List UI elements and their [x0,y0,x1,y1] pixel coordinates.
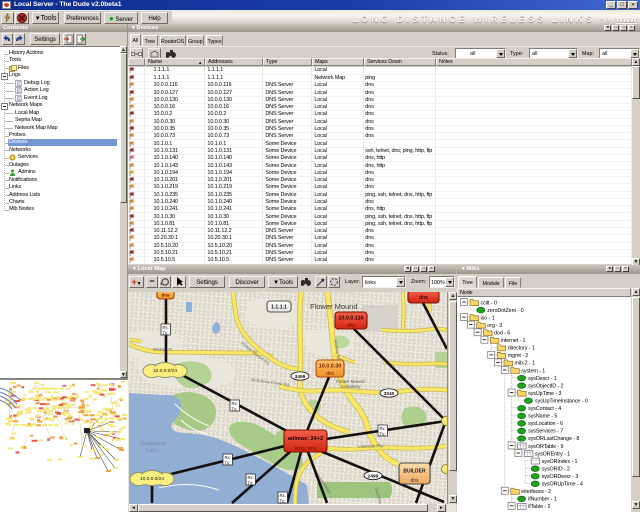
svg-text:directory - 1: directory - 1 [508,346,535,352]
svg-text:10.0.0.0/24: 10.0.0.0/24 [140,476,164,482]
svg-text:10.0.0.30: 10.0.0.30 [319,363,341,369]
svg-text:ifNumber - 1: ifNumber - 1 [528,497,557,503]
svg-text:sysUpTimeInstance - 0: sysUpTimeInstance - 0 [535,398,588,404]
svg-text:Tx:: Tx: [380,432,386,437]
svg-text:sysORIndex - 1: sysORIndex - 1 [542,459,578,465]
svg-text:dns: dns [410,478,419,484]
svg-text:sysLocation - 6: sysLocation - 6 [528,421,563,427]
svg-text:system - 1: system - 1 [521,368,545,374]
svg-text:dns: dns [419,295,428,301]
svg-text:Flower Mound: Flower Mound [310,302,358,311]
svg-text:Lake: Lake [146,448,158,454]
svg-text:Tx:: Tx: [163,331,169,336]
svg-text:sysORUpTime - 4: sysORUpTime - 4 [542,482,583,488]
svg-text:sysORID - 2: sysORID - 2 [542,466,570,472]
svg-text:10.0.0.116: 10.0.0.116 [338,315,363,321]
svg-text:sysOREntry - 1: sysOREntry - 1 [535,451,570,457]
svg-text:Tx:: Tx: [232,407,238,412]
svg-text:3499: 3499 [295,374,306,380]
svg-text:org - 3: org - 3 [487,323,502,329]
svg-text:Grapevine: Grapevine [140,441,165,447]
svg-text:Wichita Tr: Wichita Tr [153,347,173,352]
svg-text:dns: dns [347,323,356,329]
svg-text:zeroDotZero - 0: zeroDotZero - 0 [487,308,523,314]
svg-text:ping, dns: ping, dns [295,446,317,452]
svg-text:sysORLastChange - 8: sysORLastChange - 8 [528,436,579,442]
svg-text:Rx:: Rx: [380,426,386,431]
svg-text:dns: dns [161,293,170,298]
svg-text:sysORDescr - 3: sysORDescr - 3 [542,474,579,480]
svg-text:ccitt - 0: ccitt - 0 [481,300,498,306]
svg-text:Cemetery: Cemetery [341,384,361,389]
svg-text:sysDescr - 1: sysDescr - 1 [528,376,557,382]
svg-text:Rx:: Rx: [248,475,254,480]
svg-text:sysName - 5: sysName - 5 [528,414,557,420]
svg-text:adimax: 24+2: adimax: 24+2 [288,436,323,442]
svg-text:mgmt - 2: mgmt - 2 [508,353,529,359]
svg-text:sysServices - 7: sysServices - 7 [528,429,563,435]
svg-text:dns: dns [326,371,335,377]
svg-text:Lakeside Pky: Lakeside Pky [358,443,385,449]
svg-text:mib-2 - 1: mib-2 - 1 [515,361,535,367]
svg-text:10.0.0.0/24: 10.0.0.0/24 [153,368,177,374]
svg-text:Tx:: Tx: [280,499,286,504]
svg-text:iso - 1: iso - 1 [481,315,495,321]
svg-text:2499: 2499 [368,473,379,479]
svg-text:sysORTable - 9: sysORTable - 9 [528,444,563,450]
svg-text:1.1.1.1: 1.1.1.1 [271,305,287,311]
svg-text:sysContact - 4: sysContact - 4 [528,406,561,412]
svg-text:sysUpTime - 3: sysUpTime - 3 [528,391,561,397]
svg-text:sysObjectID - 2: sysObjectID - 2 [528,383,563,389]
svg-text:interfaces - 2: interfaces - 2 [521,489,551,495]
svg-text:Tx:: Tx: [248,481,254,486]
svg-text:Rx:: Rx: [232,401,238,406]
svg-text:internet - 1: internet - 1 [501,338,526,344]
svg-text:ifTable - 2: ifTable - 2 [528,504,550,510]
svg-text:BUILDER: BUILDER [403,468,426,474]
svg-text:Tx:: Tx: [225,461,231,466]
svg-text:3040: 3040 [384,391,395,397]
svg-text:dod - 6: dod - 6 [494,331,510,337]
svg-text:Rx:: Rx: [163,325,169,330]
svg-text:Rx:: Rx: [280,493,286,498]
svg-text:Rx:: Rx: [225,455,231,460]
